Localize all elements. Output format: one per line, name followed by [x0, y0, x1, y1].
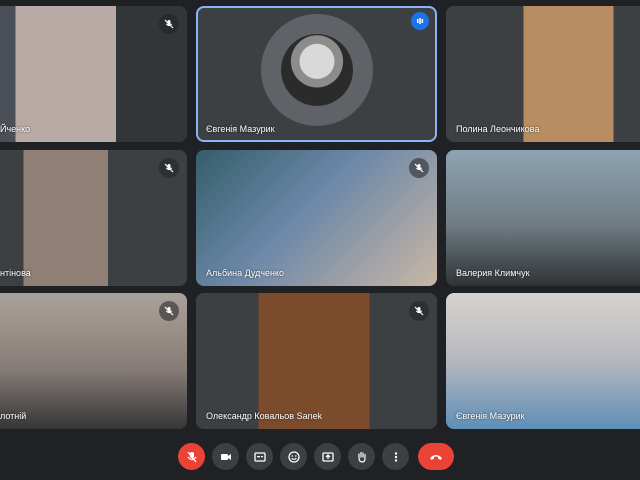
camera-button[interactable]	[212, 443, 239, 470]
raise-hand-icon	[357, 451, 366, 463]
present-icon	[321, 451, 334, 462]
meeting-stage: Йченко Євгенія Мазурик Полина Леончикова…	[0, 0, 640, 480]
speaking-indicator-icon	[411, 12, 429, 30]
participant-tile[interactable]: Євгенія Мазурик	[196, 6, 437, 142]
raise-hand-button[interactable]	[348, 443, 375, 470]
participant-tile[interactable]: Альбина Дудченко	[196, 150, 437, 286]
profile-photo	[280, 34, 353, 106]
mic-off-icon	[186, 451, 197, 462]
end-call-button[interactable]	[418, 443, 454, 470]
camera-icon	[220, 453, 231, 460]
emoji-button[interactable]	[280, 443, 307, 470]
more-options-icon	[394, 451, 397, 462]
meeting-controls	[0, 430, 640, 480]
participant-name: Альбина Дудченко	[206, 268, 285, 278]
participant-name: лотній	[0, 411, 27, 421]
participant-name: Євгенія Мазурик	[206, 124, 275, 134]
present-button[interactable]	[314, 443, 341, 470]
participant-tile[interactable]: Олександр Ковальов Sanek	[196, 293, 437, 429]
mute-indicator-icon	[409, 301, 429, 321]
participant-name: Олександр Ковальов Sanek	[206, 411, 323, 421]
mute-indicator-icon	[159, 14, 179, 34]
mute-indicator-icon	[409, 158, 429, 178]
mute-indicator-icon	[159, 301, 179, 321]
participant-tile[interactable]: Валерия Климчук	[446, 150, 640, 286]
participant-name: Йченко	[0, 124, 31, 134]
profile-avatar	[260, 14, 373, 126]
captions-button[interactable]	[246, 443, 273, 470]
mute-indicator-icon	[159, 158, 179, 178]
participant-tile[interactable]: нтінова	[0, 150, 187, 286]
participant-tile[interactable]: Полина Леончикова	[446, 6, 640, 142]
participant-video	[196, 293, 437, 429]
participant-video	[446, 6, 640, 142]
mic-off-button[interactable]	[178, 443, 205, 470]
participant-tile[interactable]: Йченко	[0, 6, 187, 142]
participant-name: Валерия Климчук	[456, 268, 530, 278]
participant-name: Євгенія Мазурик	[456, 411, 525, 421]
participant-tile[interactable]: лотній	[0, 293, 187, 429]
captions-icon	[253, 451, 266, 462]
participant-name: Полина Леончикова	[456, 124, 540, 134]
participant-video	[446, 293, 640, 429]
participant-name: нтінова	[0, 268, 31, 278]
emoji-icon	[287, 450, 300, 463]
participant-tile[interactable]: Євгенія Мазурик	[446, 293, 640, 429]
more-options-button[interactable]	[382, 443, 409, 470]
participant-video	[196, 150, 437, 286]
participant-video	[446, 150, 640, 286]
end-call-icon	[430, 454, 442, 460]
